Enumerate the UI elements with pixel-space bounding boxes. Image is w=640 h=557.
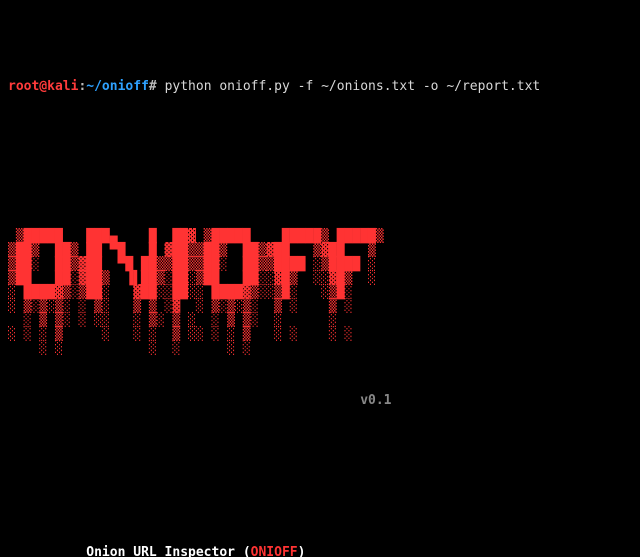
- prompt-path: ~/onioff: [86, 79, 149, 94]
- command-line: root@kali:~/onioff# python onioff.py -f …: [8, 78, 632, 96]
- prompt-user: root@kali: [8, 79, 78, 94]
- version-tag: v0.1: [8, 393, 392, 408]
- terminal-window: root@kali:~/onioff# python onioff.py -f …: [0, 0, 640, 557]
- command-text: python onioff.py -f ~/onions.txt -o ~/re…: [157, 79, 541, 94]
- prompt-hash: #: [149, 79, 157, 94]
- banner-title-line: Onion URL Inspector (ONIOFF): [8, 544, 632, 557]
- ascii-banner: ▒█████ ███▄ █ ██▓ ▒█████ █████▒ █████▒ ▒…: [8, 230, 632, 356]
- version-tag-line: v0.1: [8, 392, 632, 410]
